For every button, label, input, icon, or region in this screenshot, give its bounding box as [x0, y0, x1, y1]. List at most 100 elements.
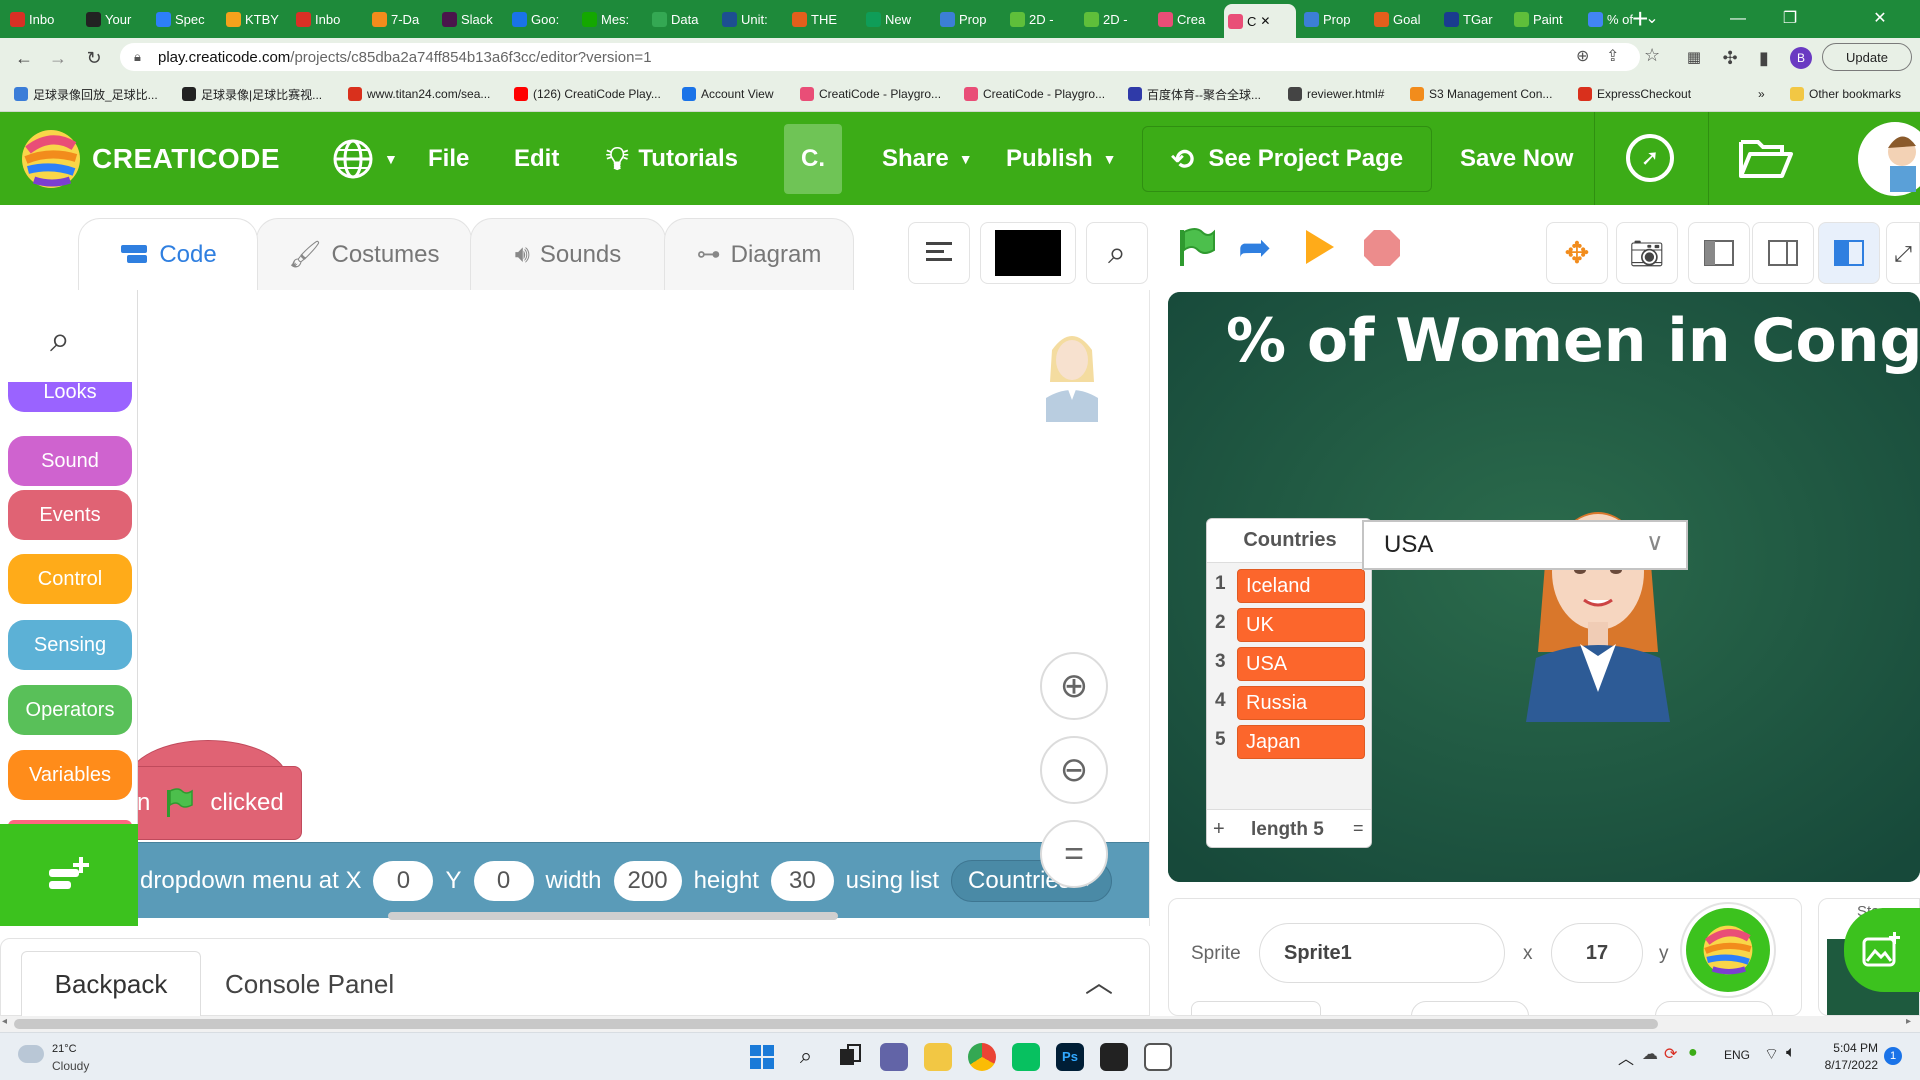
browser-tab[interactable]: C ✕ — [1224, 4, 1296, 38]
user-avatar[interactable] — [1858, 122, 1920, 196]
notification-badge[interactable]: 1 — [1884, 1047, 1902, 1065]
workspace-scrollbar[interactable] — [388, 912, 838, 920]
tab-costumes[interactable]: 🖌︎ Costumes — [256, 218, 472, 290]
screenshot-button[interactable]: 📷︎ — [1616, 222, 1678, 284]
new-tab-button[interactable]: + — [1632, 4, 1648, 34]
tutorials-menu[interactable]: 💡︎ Tutorials — [606, 112, 738, 205]
browser-tab[interactable]: Spec — [152, 4, 218, 34]
list-item[interactable]: UK — [1237, 608, 1365, 642]
large-stage-button[interactable] — [1818, 222, 1880, 284]
browser-tab[interactable]: Prop — [1300, 4, 1366, 34]
reload-icon[interactable]: ↻ — [82, 46, 106, 70]
zoom-icon[interactable]: ⊕ — [1576, 46, 1589, 66]
browser-tab[interactable]: KTBY — [222, 4, 288, 34]
cloud-icon[interactable] — [18, 1045, 44, 1063]
close-window-icon[interactable]: ✕ — [1860, 6, 1900, 32]
list-item[interactable]: USA — [1237, 647, 1365, 681]
browser-tab[interactable]: Data — [648, 4, 714, 34]
browser-tab[interactable]: Unit: — [718, 4, 784, 34]
chrome-icon[interactable] — [968, 1043, 996, 1071]
wifi-icon[interactable]: ⌔ — [1764, 1044, 1779, 1064]
show-toggle[interactable] — [1191, 1001, 1321, 1015]
other-bookmarks[interactable]: Other bookmarks — [1790, 85, 1901, 103]
extensions-icon[interactable]: ✣ — [1718, 46, 1742, 70]
language-indicator[interactable]: ENG — [1724, 1048, 1750, 1062]
list-resize-handle[interactable]: = — [1353, 818, 1364, 839]
x-position-input[interactable]: 17 — [1551, 923, 1643, 983]
terminal-icon[interactable] — [1100, 1043, 1128, 1071]
c-button[interactable]: C. — [784, 124, 842, 194]
add-dropdown-block[interactable]: dropdown menu at X 0 Y 0 width 200 heigh… — [138, 842, 1149, 918]
maximize-icon[interactable]: ❐ — [1770, 6, 1810, 32]
x-input[interactable]: 0 — [373, 860, 434, 901]
code-workspace[interactable]: ⊕ ⊖ = n clicked dropdown menu at X 0 Y 0… — [138, 290, 1150, 926]
bookmark-item[interactable]: reviewer.html# — [1288, 85, 1384, 103]
save-now-button[interactable]: Save Now — [1460, 112, 1573, 205]
creaticode-logo[interactable]: CREATICODE — [20, 112, 280, 205]
compass-icon[interactable]: ➚ — [1626, 134, 1674, 182]
browser-tab[interactable]: Crea — [1154, 4, 1220, 34]
bookmark-item[interactable]: (126) CreatiCode Play... — [514, 85, 661, 103]
publish-menu[interactable]: Publish ▼ — [1006, 112, 1117, 205]
search-icon[interactable]: ⌕ — [792, 1043, 820, 1071]
teams-icon[interactable] — [880, 1043, 908, 1071]
folder-open-icon[interactable] — [1738, 134, 1794, 185]
qr-extension-icon[interactable]: ▦ — [1682, 46, 1706, 70]
redo-icon[interactable]: ➦ — [1238, 228, 1272, 268]
profile-avatar[interactable]: B — [1790, 47, 1812, 69]
share-menu[interactable]: Share ▼ — [882, 112, 973, 205]
size-input[interactable] — [1411, 1001, 1529, 1015]
category-control[interactable]: Control — [8, 554, 132, 604]
wechat-icon[interactable] — [1012, 1043, 1040, 1071]
browser-tab[interactable]: Mes: — [578, 4, 644, 34]
page-scrollbar-thumb[interactable] — [14, 1019, 1658, 1029]
add-sprite-button[interactable] — [1682, 904, 1774, 996]
bookmark-item[interactable]: 足球录像回放_足球比... — [14, 85, 158, 103]
side-panel-icon[interactable]: ▮ — [1752, 46, 1776, 70]
list-item[interactable]: Russia — [1237, 686, 1365, 720]
tab-code[interactable]: Code — [78, 218, 258, 290]
minimize-icon[interactable]: — — [1718, 6, 1758, 32]
volume-icon[interactable]: 🔈︎ — [1786, 1044, 1796, 1062]
stage-canvas[interactable]: % of Women in Congress Countries + lengt… — [1168, 292, 1920, 882]
browser-tab[interactable]: Goal — [1370, 4, 1436, 34]
category-variables[interactable]: Variables — [8, 750, 132, 800]
app-tray-icon[interactable]: ● — [1688, 1044, 1698, 1062]
width-input[interactable]: 200 — [613, 860, 682, 901]
bookmark-item[interactable]: www.titan24.com/sea... — [348, 85, 490, 103]
bookmark-item[interactable]: S3 Management Con... — [1410, 85, 1552, 103]
edit-menu[interactable]: Edit — [514, 112, 559, 205]
clock-date[interactable]: 8/17/2022 — [1818, 1058, 1878, 1072]
browser-tab[interactable]: Goo: — [508, 4, 574, 34]
forward-icon[interactable]: → — [46, 46, 70, 70]
category-events[interactable]: Events — [8, 490, 132, 540]
zoom-in-button[interactable]: ⊕ — [1040, 652, 1108, 720]
bookmark-item[interactable]: 百度体育--聚合全球... — [1128, 85, 1261, 103]
green-flag-icon[interactable] — [1176, 226, 1218, 273]
windows-start-icon[interactable] — [748, 1043, 776, 1071]
browser-tab[interactable]: Prop — [936, 4, 1002, 34]
search-icon[interactable]: ⌕ — [50, 318, 70, 361]
sync-icon[interactable]: ⟳ — [1664, 1044, 1677, 1064]
when-flag-clicked-block[interactable]: n clicked — [138, 766, 302, 840]
browser-tab[interactable]: Paint — [1510, 4, 1580, 34]
tab-backpack[interactable]: Backpack — [21, 951, 201, 1017]
color-picker-button[interactable] — [980, 222, 1076, 284]
teacher-sprite[interactable] — [1508, 482, 1688, 722]
address-bar[interactable]: 🔒︎ play.creaticode.com/projects/c85dba2a… — [120, 43, 1660, 71]
browser-tab[interactable]: Inbo — [292, 4, 364, 34]
fullscreen-icon[interactable]: ⤢ — [1886, 222, 1920, 284]
align-blocks-button[interactable] — [908, 222, 970, 284]
small-stage-button[interactable] — [1688, 222, 1750, 284]
list-item[interactable]: Japan — [1237, 725, 1365, 759]
update-button[interactable]: Update — [1822, 43, 1912, 71]
browser-tab[interactable]: 2D - — [1006, 4, 1076, 34]
add-backdrop-button[interactable] — [1844, 908, 1920, 992]
list-add-button[interactable]: + — [1213, 818, 1225, 841]
photoshop-icon[interactable]: Ps — [1056, 1043, 1084, 1071]
category-sensing[interactable]: Sensing — [8, 620, 132, 670]
tab-diagram[interactable]: ⊶ Diagram — [664, 218, 854, 290]
tab-sounds[interactable]: 🔊︎ Sounds — [470, 218, 666, 290]
category-operators[interactable]: Operators — [8, 685, 132, 735]
browser-tab[interactable]: Your — [82, 4, 148, 34]
